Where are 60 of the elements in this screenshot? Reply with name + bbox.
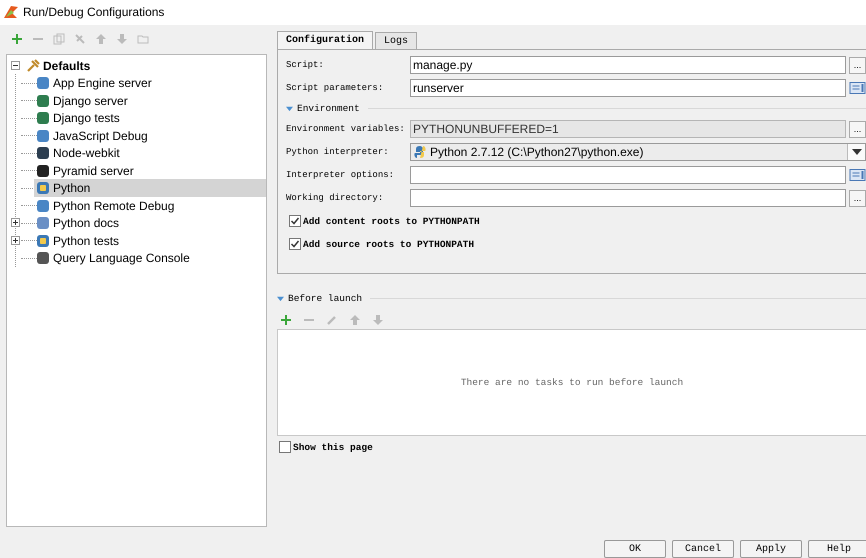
interpreter-dropdown[interactable]: Python 2.7.12 (C:\Python27\python.exe) [410, 143, 866, 162]
add-icon[interactable] [11, 32, 23, 45]
collapse-arrow-icon[interactable] [277, 295, 284, 302]
folder-icon[interactable] [137, 32, 149, 45]
expand-icon[interactable] [11, 236, 20, 245]
tree-item[interactable]: JavaScript Debug [34, 126, 266, 144]
checkbox[interactable] [279, 441, 291, 454]
field-label: Script parameters: [286, 83, 384, 94]
field-label: Script: [286, 60, 325, 70]
browse-button[interactable]: ... [849, 56, 866, 74]
checkbox-label: Show this page [293, 442, 373, 453]
dialog-button[interactable]: Apply [740, 540, 802, 558]
collapse-icon[interactable] [11, 61, 20, 70]
down-arrow-icon[interactable] [116, 32, 128, 45]
field-label: Working directory: [286, 193, 384, 204]
tree-item[interactable]: Django server [34, 92, 266, 110]
empty-message: There are no tasks to run before launch [460, 376, 684, 388]
checkbox-label: Add source roots to PYTHONPATH [303, 238, 474, 250]
checkbox[interactable] [289, 238, 301, 250]
dialog-button[interactable]: Help [808, 540, 866, 558]
input-field[interactable] [410, 189, 846, 208]
section-title: Environment [297, 103, 360, 114]
browse-button[interactable]: ... [849, 120, 866, 138]
pencil-icon[interactable] [326, 314, 338, 326]
tree-item[interactable]: Python docs [34, 214, 266, 232]
input-field[interactable]: runserver [410, 79, 846, 98]
field-label: Python interpreter: [286, 147, 390, 158]
tree-item[interactable]: Django tests [34, 109, 266, 127]
browse-button[interactable]: ... [849, 190, 866, 207]
expand-editor-icon[interactable] [849, 167, 866, 184]
field-label: Interpreter options: [286, 170, 396, 180]
add-icon[interactable] [280, 314, 292, 326]
expand-editor-icon[interactable] [849, 80, 866, 96]
up-arrow-icon[interactable] [95, 32, 107, 45]
dialog-button[interactable]: Cancel [672, 540, 734, 558]
down-arrow-icon[interactable] [372, 314, 384, 326]
input-field[interactable]: PYTHONUNBUFFERED=1 [410, 120, 846, 138]
tree-item[interactable]: Python [34, 179, 266, 197]
tree-item[interactable]: Query Language Console [34, 249, 266, 267]
tab[interactable]: Logs [375, 32, 418, 50]
tree-item[interactable]: Pyramid server [34, 162, 266, 180]
up-arrow-icon[interactable] [349, 314, 361, 326]
checkbox-label: Add content roots to PYTHONPATH [303, 216, 480, 227]
copy-icon[interactable] [53, 32, 65, 45]
tree-item[interactable]: Defaults [43, 58, 90, 73]
tree-item[interactable]: Python tests [34, 232, 266, 250]
app-logo-icon [3, 4, 19, 20]
input-field[interactable] [410, 166, 846, 184]
dialog-button[interactable]: OK [604, 540, 666, 558]
collapse-arrow-icon[interactable] [286, 105, 293, 112]
tree-item[interactable]: App Engine server [34, 74, 266, 92]
field-label: Environment variables: [286, 124, 406, 134]
tree-item[interactable]: Python Remote Debug [34, 196, 266, 214]
expand-icon[interactable] [11, 218, 20, 228]
checkbox[interactable] [289, 215, 301, 228]
tree-item[interactable]: Node-webkit [34, 144, 266, 162]
tab[interactable]: Configuration [277, 30, 374, 50]
input-field[interactable]: manage.py [410, 56, 846, 74]
section-title: Before launch [288, 293, 362, 304]
window-title: Run/Debug Configurations [23, 5, 164, 20]
